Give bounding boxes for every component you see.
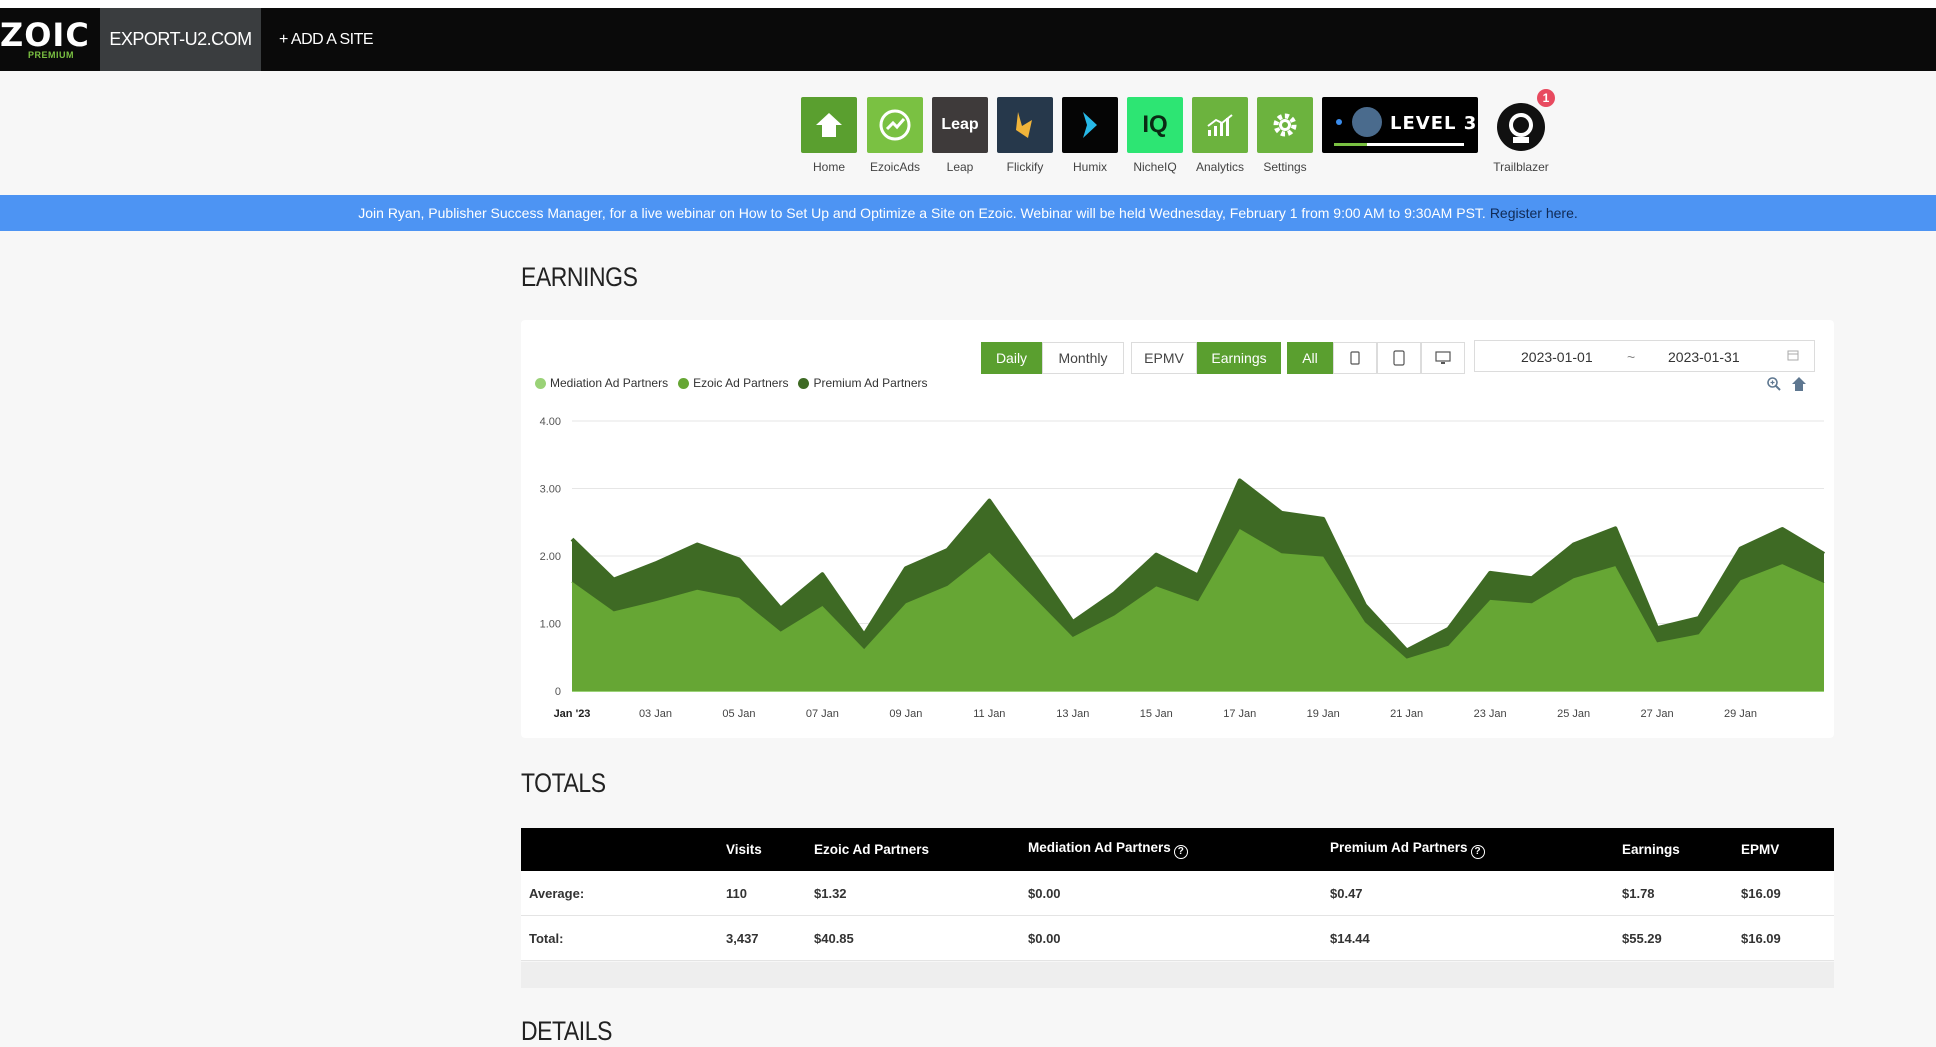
level-dot — [1336, 119, 1342, 125]
x-tick-label: Jan '23 — [554, 708, 591, 720]
app-humix[interactable]: Humix — [1062, 97, 1118, 174]
help-icon[interactable]: ? — [1470, 845, 1485, 859]
app-label: Settings — [1263, 160, 1307, 174]
ezoicads-icon[interactable] — [867, 97, 923, 153]
level-text: LEVEL 3 — [1390, 113, 1478, 134]
trailblazer-icon[interactable]: 1 — [1493, 89, 1555, 153]
x-tick-label: 07 Jan — [806, 708, 839, 720]
table-cell: $16.09 — [1741, 915, 1834, 961]
table-cell: 110 — [726, 871, 814, 916]
earnings-title: EARNINGS — [521, 262, 638, 292]
x-tick-label: 19 Jan — [1307, 708, 1340, 720]
app-flickify[interactable]: Flickify — [997, 97, 1053, 174]
table-cell: $1.32 — [814, 871, 1028, 916]
app-leap[interactable]: Leap Leap — [932, 97, 988, 174]
details-title: DETAILS — [521, 1016, 612, 1046]
x-tick-label: 13 Jan — [1056, 708, 1089, 720]
logo-text: ZOIC — [0, 16, 90, 54]
settings-icon[interactable] — [1257, 97, 1313, 153]
x-tick-label: 17 Jan — [1223, 708, 1256, 720]
x-tick-label: 05 Jan — [722, 708, 755, 720]
avatar — [1352, 107, 1382, 137]
col-header-label: Mediation Ad Partners — [1028, 840, 1171, 855]
humix-icon[interactable] — [1062, 97, 1118, 153]
logo-premium-text: PREMIUM — [28, 50, 74, 60]
table-row: Total: 3,437 $40.85 $0.00 $14.44 $55.29 … — [521, 915, 1834, 961]
app-analytics[interactable]: Analytics — [1192, 97, 1248, 174]
table-cell: $14.44 — [1330, 915, 1622, 961]
table-row: Average: 110 $1.32 $0.00 $0.47 $1.78 $16… — [521, 871, 1834, 916]
table-cell: Average: — [521, 871, 726, 916]
level-badge[interactable]: LEVEL 3 — [1322, 97, 1478, 153]
table-cell: $55.29 — [1622, 915, 1741, 961]
x-tick-label: 21 Jan — [1390, 708, 1423, 720]
nicheiq-tile-text: IQ — [1142, 111, 1168, 138]
table-cell: $16.09 — [1741, 871, 1834, 916]
y-tick-label: 1.00 — [540, 619, 561, 631]
app-label: Home — [812, 160, 845, 174]
flickify-icon[interactable] — [997, 97, 1053, 153]
x-tick-label: 09 Jan — [889, 708, 922, 720]
col-header-visits: Visits — [726, 828, 814, 871]
col-header-epmv: EPMV — [1741, 828, 1834, 871]
level-progress-bar — [1334, 143, 1464, 146]
x-tick-label: 03 Jan — [639, 708, 672, 720]
totals-footer — [521, 962, 1834, 988]
leap-tile-text: Leap — [941, 116, 979, 133]
add-site-link[interactable]: + ADD A SITE — [261, 8, 374, 71]
table-cell: 3,437 — [726, 915, 814, 961]
x-tick-label: 11 Jan — [973, 708, 1005, 720]
home-icon[interactable] — [801, 97, 857, 153]
app-trailblazer[interactable]: 1 Trailblazer — [1493, 89, 1555, 174]
x-tick-label: 27 Jan — [1641, 708, 1674, 720]
table-cell: Total: — [521, 915, 726, 961]
col-header-ezoic: Ezoic Ad Partners — [814, 828, 1028, 871]
x-tick-label: 29 Jan — [1724, 708, 1757, 720]
top-navbar: ZOIC PREMIUM EXPORT-U2.COM + ADD A SITE — [0, 8, 1936, 71]
table-cell: $0.00 — [1028, 871, 1330, 916]
col-header — [521, 828, 726, 871]
y-tick-label: 2.00 — [540, 551, 561, 563]
level-progress-fill — [1334, 143, 1367, 146]
y-tick-label: 4.00 — [540, 416, 561, 428]
totals-title: TOTALS — [521, 768, 606, 798]
banner-text: Join Ryan, Publisher Success Manager, fo… — [358, 205, 1486, 221]
x-tick-label: 25 Jan — [1557, 708, 1590, 720]
register-link[interactable]: Register here. — [1490, 205, 1578, 221]
nicheiq-icon[interactable]: IQ — [1127, 97, 1183, 153]
app-ezoicads[interactable]: EzoicAds — [867, 97, 923, 174]
trailblazer-badge: 1 — [1537, 89, 1555, 107]
x-tick-label: 15 Jan — [1140, 708, 1173, 720]
col-header-mediation: Mediation Ad Partners? — [1028, 828, 1330, 871]
webinar-banner: Join Ryan, Publisher Success Manager, fo… — [0, 195, 1936, 231]
y-tick-label: 0 — [555, 686, 561, 698]
top-strip — [0, 0, 1936, 8]
app-home[interactable]: Home — [801, 97, 857, 174]
help-icon[interactable]: ? — [1173, 845, 1188, 859]
site-tab[interactable]: EXPORT-U2.COM — [100, 8, 261, 71]
app-nicheiq[interactable]: IQ NicheIQ — [1127, 97, 1183, 174]
earnings-card: Daily Monthly EPMV Earnings All 2023-01-… — [521, 320, 1834, 738]
analytics-icon[interactable] — [1192, 97, 1248, 153]
col-header-earnings: Earnings — [1622, 828, 1741, 871]
y-tick-label: 3.00 — [540, 484, 561, 496]
table-cell: $40.85 — [814, 915, 1028, 961]
totals-table: Visits Ezoic Ad Partners Mediation Ad Pa… — [521, 828, 1834, 961]
leap-icon[interactable]: Leap — [932, 97, 988, 153]
col-header-premium: Premium Ad Partners? — [1330, 828, 1622, 871]
app-label: Trailblazer — [1493, 160, 1549, 174]
x-tick-label: 23 Jan — [1474, 708, 1507, 720]
col-header-label: Premium Ad Partners — [1330, 840, 1468, 855]
table-cell: $0.00 — [1028, 915, 1330, 961]
earnings-chart[interactable]: 0 1.00 2.00 3.00 4.00 Jan '23 03 Jan 05 Jan 07 J… — [521, 320, 1834, 738]
totals-header-row: Visits Ezoic Ad Partners Mediation Ad Pa… — [521, 828, 1834, 871]
table-cell: $1.78 — [1622, 871, 1741, 916]
app-settings[interactable]: Settings — [1257, 97, 1313, 174]
table-cell: $0.47 — [1330, 871, 1622, 916]
ezoic-logo[interactable]: ZOIC PREMIUM — [0, 8, 100, 71]
